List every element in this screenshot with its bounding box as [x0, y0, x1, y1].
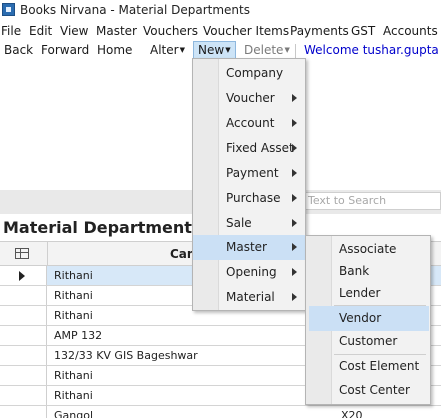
title-bar: Books Nirvana - Material Departments — [0, 0, 441, 20]
menu-edit[interactable]: Edit — [29, 24, 52, 38]
master-menu-customer[interactable]: Customer — [306, 329, 430, 354]
row-selector[interactable] — [0, 286, 47, 305]
page-title: Material Departments — [3, 218, 202, 237]
alter-button[interactable]: Alter▼ — [150, 43, 185, 57]
chevron-right-icon — [292, 268, 297, 276]
cell-name: Gangol — [54, 409, 94, 418]
grid-icon[interactable] — [15, 248, 29, 259]
chevron-down-icon: ▼ — [225, 46, 231, 54]
cell-name: Rithani — [54, 369, 93, 382]
row-selector[interactable] — [0, 386, 47, 405]
menu-item-label: Payment — [226, 166, 279, 180]
menu-item-label: Opening — [226, 265, 277, 279]
new-menu-material[interactable]: Material — [193, 285, 305, 310]
row-arrow-icon — [19, 271, 25, 281]
chevron-right-icon — [292, 119, 297, 127]
cell-name: 132/33 KV GIS Bageshwar — [54, 349, 198, 362]
chevron-right-icon — [292, 293, 297, 301]
menu-item-label: Customer — [339, 334, 398, 348]
menu-payments[interactable]: Payments — [290, 24, 349, 38]
welcome-link[interactable]: Welcome tushar.gupta ON — [304, 43, 441, 57]
new-menu-purchase[interactable]: Purchase — [193, 186, 305, 211]
menu-item-label: Sale — [226, 216, 252, 230]
master-submenu: Associate Bank Lender Vendor Customer Co… — [305, 235, 431, 405]
new-menu-account[interactable]: Account — [193, 111, 305, 136]
row-selector[interactable] — [0, 366, 47, 385]
chevron-right-icon — [292, 243, 297, 251]
chevron-down-icon: ▼ — [179, 46, 185, 54]
menu-item-label: Bank — [339, 264, 370, 278]
menu-view[interactable]: View — [60, 24, 88, 38]
new-menu-payment[interactable]: Payment — [193, 161, 305, 186]
menu-vouchers[interactable]: Vouchers — [143, 24, 198, 38]
delete-label: Delete — [244, 43, 284, 57]
alter-label: Alter — [150, 43, 179, 57]
new-menu-sale[interactable]: Sale — [193, 211, 305, 236]
chevron-right-icon — [292, 219, 297, 227]
row-selector[interactable] — [0, 266, 47, 285]
app-icon — [2, 3, 15, 16]
cell-name: Rithani — [54, 269, 93, 282]
menu-item-label: Voucher — [226, 91, 275, 105]
menu-item-label: Cost Element — [339, 359, 420, 373]
header-divider — [47, 242, 48, 266]
new-menu-master[interactable]: Master — [193, 235, 305, 260]
menu-item-label: Master — [226, 240, 267, 254]
new-label: New — [198, 43, 225, 57]
search-input[interactable]: Text to Search — [302, 192, 441, 210]
menu-item-label: Company — [226, 66, 284, 80]
chevron-right-icon — [292, 94, 297, 102]
search-placeholder: Text to Search — [308, 194, 387, 207]
delete-button[interactable]: Delete▼ — [244, 43, 290, 57]
cell-name: AMP 132 — [54, 329, 103, 342]
home-button[interactable]: Home — [97, 43, 132, 57]
menu-item-label: Purchase — [226, 191, 281, 205]
row-selector[interactable] — [0, 346, 47, 365]
row-selector[interactable] — [0, 306, 47, 325]
master-menu-cost-element[interactable]: Cost Element — [306, 354, 430, 379]
chevron-right-icon — [292, 169, 297, 177]
back-button[interactable]: Back — [4, 43, 33, 57]
cell-name: Rithani — [54, 309, 93, 322]
menu-item-label: Cost Center — [339, 383, 410, 397]
menu-item-label: Associate — [339, 242, 397, 256]
toolbar-separator — [295, 44, 296, 58]
new-menu-company[interactable]: Company — [193, 61, 305, 86]
master-menu-cost-center[interactable]: Cost Center — [306, 378, 430, 403]
new-menu-fixed-asset[interactable]: Fixed Asset — [193, 136, 305, 161]
cell-name: Rithani — [54, 289, 93, 302]
master-menu-lender[interactable]: Lender — [306, 281, 430, 306]
master-menu-vendor[interactable]: Vendor — [309, 306, 429, 331]
chevron-down-icon: ▼ — [284, 46, 290, 54]
menu-item-label: Account — [226, 116, 275, 130]
new-menu-voucher[interactable]: Voucher — [193, 86, 305, 111]
cell-name: Rithani — [54, 389, 93, 402]
menu-gst[interactable]: GST — [351, 24, 375, 38]
new-menu-opening[interactable]: Opening — [193, 260, 305, 285]
menu-master[interactable]: Master — [96, 24, 137, 38]
menu-bar: File Edit View Master Vouchers Voucher I… — [0, 22, 441, 41]
chevron-right-icon — [292, 144, 297, 152]
menu-accounts[interactable]: Accounts — [383, 24, 438, 38]
menu-item-label: Material — [226, 290, 275, 304]
menu-item-label: Vendor — [339, 311, 382, 325]
table-row[interactable]: Gangol X20 — [0, 406, 441, 418]
new-menu: Company Voucher Account Fixed Asset Paym… — [192, 58, 306, 311]
menu-voucher-items[interactable]: Voucher Items — [203, 24, 289, 38]
forward-button[interactable]: Forward — [41, 43, 89, 57]
row-selector[interactable] — [0, 406, 47, 418]
chevron-right-icon — [292, 194, 297, 202]
menu-file[interactable]: File — [1, 24, 21, 38]
cell-extra: X20 — [341, 409, 363, 418]
row-selector[interactable] — [0, 326, 47, 345]
menu-item-label: Lender — [339, 286, 381, 300]
menu-item-label: Fixed Asset — [226, 141, 294, 155]
window-title: Books Nirvana - Material Departments — [20, 3, 250, 17]
